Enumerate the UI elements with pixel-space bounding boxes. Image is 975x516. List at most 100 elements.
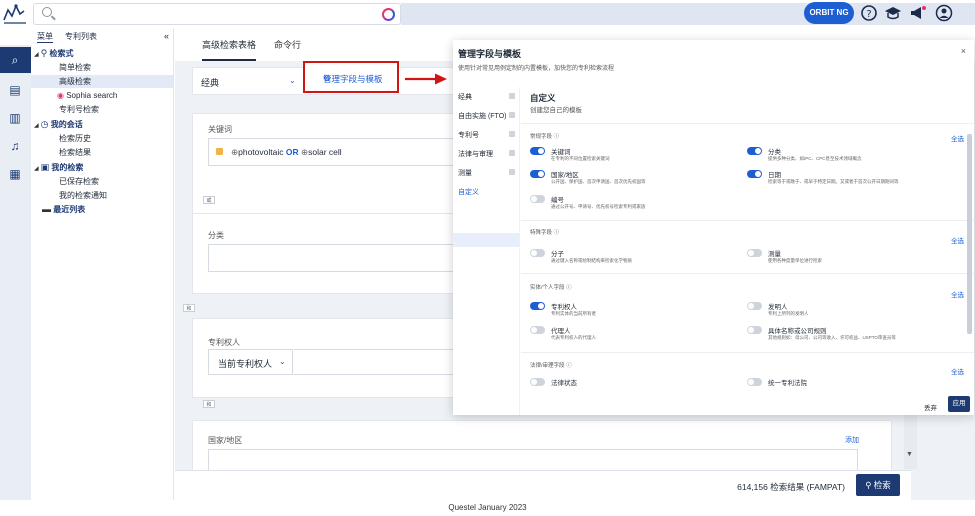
toggle-keyword[interactable] [530, 147, 545, 155]
template-nav-classic[interactable]: 经典 [458, 92, 472, 102]
option-desc: 通过键入名称或绘制结构来检索化学物质 [551, 258, 632, 263]
analytics-icon[interactable]: ▥ [6, 109, 24, 127]
toggle-country[interactable] [530, 170, 545, 178]
tree-section-label: 我的会话 [50, 120, 83, 129]
tab-patent-lists[interactable]: 专利列表 [65, 31, 97, 42]
tree-item-simple-search[interactable]: 简单检索 [59, 61, 91, 74]
tree-item-search-alerts[interactable]: 我的检索通知 [59, 189, 107, 202]
tree-section-my-searches[interactable]: ◢ ▣ 我的检索 [34, 161, 83, 174]
toggle-number[interactable] [530, 195, 545, 203]
questel-logo-icon[interactable] [2, 2, 28, 26]
connector-and[interactable]: 和 [203, 400, 215, 408]
section-title: 法律/审理字段 ⓘ [530, 361, 572, 369]
global-search-input[interactable] [33, 3, 401, 25]
graduation-cap-icon[interactable] [884, 4, 902, 22]
boolean-operator[interactable]: OR [286, 147, 299, 157]
app-window: ORBIT NG ? ⌕ ▤ ▥ ♫ ▦ 菜单 专利列表 « ◢ ⚲ 检索式 简单… [0, 0, 975, 516]
drag-handle-icon[interactable] [216, 148, 223, 155]
left-icon-rail: ⌕ ▤ ▥ ♫ ▦ [0, 45, 31, 500]
clock-icon: ◷ [40, 119, 49, 129]
document-icon[interactable]: ▤ [6, 81, 24, 99]
megaphone-icon[interactable] [909, 4, 927, 22]
connector-and[interactable]: 和 [183, 304, 195, 312]
tree-section-sessions[interactable]: ◢ ◷ 我的会话 [34, 118, 83, 131]
left-navigation-panel: 菜单 专利列表 « ◢ ⚲ 检索式 简单检索 高级检索 ◉ Sophia sear… [31, 28, 174, 500]
orbit-ng-button[interactable]: ORBIT NG [804, 2, 854, 24]
template-nav-custom[interactable]: 自定义 [458, 187, 479, 197]
toggle-specific-name[interactable] [747, 326, 762, 334]
expand-toggle-icon[interactable]: ◢ [34, 123, 39, 129]
option-name: 统一专利法院 [768, 380, 807, 387]
apply-button[interactable]: 应用 [948, 396, 970, 412]
sophia-logo-icon[interactable] [382, 8, 395, 21]
template-nav-fto[interactable]: 自由实施 (FTO) [458, 111, 506, 121]
toggle-date[interactable] [747, 170, 762, 178]
option-name: 日期 [768, 172, 781, 179]
user-icon[interactable] [935, 4, 953, 22]
keyword-query-input[interactable]: ⊕photovoltaic OR ⊕solar cell [208, 138, 473, 166]
tree-item-advanced-search[interactable]: 高级检索 [31, 75, 173, 88]
section-title: 常规字段 ⓘ [530, 132, 559, 140]
expand-toggle-icon[interactable]: ◢ [34, 166, 39, 172]
scroll-strip[interactable]: ▼ [904, 415, 917, 469]
toggle-agent[interactable] [530, 326, 545, 334]
classification-input[interactable] [208, 244, 473, 272]
tab-menu[interactable]: 菜单 [37, 31, 53, 43]
close-icon[interactable]: × [961, 46, 966, 56]
assignee-input[interactable] [294, 349, 473, 375]
template-nav-patent-number[interactable]: 专利号 [458, 130, 479, 140]
toggle-measure[interactable] [747, 249, 762, 257]
template-select[interactable]: 经典 ⌄ [193, 68, 302, 94]
search-form-icon[interactable]: ⌕ [6, 51, 24, 69]
tree-item-saved-searches[interactable]: 已保存检索 [59, 175, 99, 188]
option-name: 代理人 [551, 328, 571, 335]
manage-fields-templates-button[interactable]: ⚙ 管理字段与模板 [303, 61, 399, 93]
lock-icon [509, 93, 515, 99]
toggle-inventor[interactable] [747, 302, 762, 310]
assignee-label: 专利权人 [208, 338, 240, 347]
connector-or[interactable]: 或 [203, 196, 215, 204]
tab-command-line[interactable]: 命令行 [274, 38, 301, 51]
bell-icon[interactable]: ♫ [6, 137, 24, 155]
collapse-panel-icon[interactable]: « [164, 31, 169, 41]
option-desc: 在专利的不同位置检索关键词 [551, 156, 610, 161]
expand-toggle-icon[interactable]: ◢ [34, 52, 39, 58]
modal-scrollbar[interactable] [967, 134, 972, 334]
discard-button[interactable]: 丢弃 [924, 402, 937, 412]
template-nav: 经典 自由实施 (FTO) 专利号 法律与审理 测量 自定义 [453, 87, 520, 415]
toggle-upc[interactable] [747, 378, 762, 386]
option-desc: 专利上所列的发明人 [768, 311, 809, 316]
option-name: 国家/地区 [551, 172, 579, 179]
tree-section-search[interactable]: ◢ ⚲ 检索式 [34, 47, 73, 60]
toggle-molecule[interactable] [530, 249, 545, 257]
toggle-assignee[interactable] [530, 302, 545, 310]
section-title-text: 特殊字段 [530, 230, 553, 236]
keyword-query[interactable]: ⊕photovoltaic OR ⊕solar cell [231, 147, 342, 158]
content-title: 自定义 [530, 93, 556, 103]
select-all-link[interactable]: 全选 [951, 235, 964, 245]
toggle-classification[interactable] [747, 147, 762, 155]
tab-advanced-search-form[interactable]: 高级检索表格 [202, 38, 257, 61]
toggle-legal-status[interactable] [530, 378, 545, 386]
report-icon[interactable]: ▦ [6, 165, 24, 183]
tree-item-sophia-search[interactable]: ◉ Sophia search [57, 89, 117, 102]
help-icon[interactable]: ? [860, 4, 878, 22]
search-file-icon: ▣ [40, 162, 50, 172]
lock-icon [509, 150, 515, 156]
classification-label: 分类 [208, 231, 224, 240]
tree-item-patent-number-search[interactable]: 专利号检索 [59, 103, 99, 116]
select-all-link[interactable]: 全选 [951, 289, 964, 299]
scroll-down-icon[interactable]: ▼ [906, 451, 913, 458]
template-nav-legal[interactable]: 法律与审理 [458, 149, 493, 159]
tree-item-search-results[interactable]: 检索结果 [59, 146, 91, 159]
add-country-link[interactable]: 添加 [845, 435, 859, 445]
search-button[interactable]: ⚲ 检索 [856, 474, 900, 496]
template-nav-measure[interactable]: 测量 [458, 168, 472, 178]
option-desc: 通过公开号、申请号、优先权号检索专利或家族 [551, 204, 646, 209]
tree-item-search-history[interactable]: 检索历史 [59, 132, 91, 145]
assignee-type-select[interactable]: 当前专利权人 ⌄ [208, 349, 293, 375]
select-all-link[interactable]: 全选 [951, 366, 964, 376]
tree-section-recent-lists[interactable]: ▬ 最近列表 [42, 203, 85, 216]
option-desc: 代表专利权人的代理人 [551, 335, 596, 340]
select-all-link[interactable]: 全选 [951, 133, 964, 143]
